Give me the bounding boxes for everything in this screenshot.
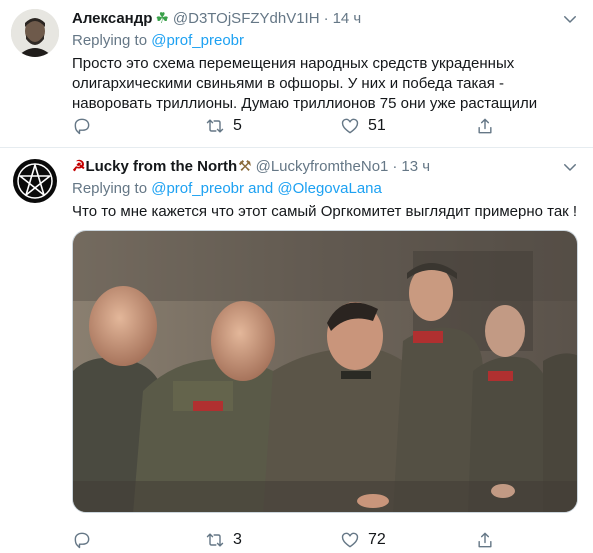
tweet-header: ☭ Lucky from the North ⚒ @LuckyfromtheNo… — [72, 156, 579, 176]
user-handle[interactable]: @D3TOjSFZYdhV1IH — [173, 10, 320, 27]
hammer-pick-icon: ⚒ — [238, 157, 252, 175]
tweet-text-line: наворовать триллионы. Думаю триллионов 7… — [72, 95, 538, 112]
like-count: 72 — [368, 531, 386, 548]
avatar[interactable] — [11, 9, 59, 57]
retweet-icon — [206, 533, 224, 547]
share-icon — [478, 118, 492, 134]
tweet-text-line: Просто это схема перемещения народных ср… — [72, 55, 515, 72]
separator: · — [392, 157, 398, 175]
retweet-count: 3 — [233, 531, 242, 548]
retweet-count: 5 — [233, 117, 242, 134]
heart-icon — [341, 118, 359, 134]
photo-image — [73, 231, 577, 512]
display-name[interactable]: Александр — [72, 10, 152, 27]
mention-link[interactable]: @prof_preobr — [151, 180, 244, 197]
reply-button[interactable] — [72, 116, 100, 136]
separator: · — [323, 9, 329, 27]
user-handle[interactable]: @LuckyfromtheNo1 — [256, 158, 389, 175]
share-button[interactable] — [475, 116, 495, 136]
timestamp[interactable]: 14 ч — [333, 10, 362, 27]
chevron-down-icon[interactable] — [561, 158, 579, 176]
retweet-button[interactable]: 3 — [205, 530, 242, 550]
replying-to: Replying to @prof_preobr and @OlegovaLan… — [72, 180, 579, 200]
tweet[interactable]: Александр ☘ @D3TOjSFZYdhV1IH · 14 ч Repl… — [0, 0, 593, 148]
avatar[interactable] — [11, 157, 59, 205]
tweet[interactable]: ☭ Lucky from the North ⚒ @LuckyfromtheNo… — [0, 148, 593, 553]
retweet-button[interactable]: 5 — [205, 116, 242, 136]
timestamp[interactable]: 13 ч — [401, 158, 430, 175]
replying-label: Replying to — [72, 180, 148, 197]
like-button[interactable]: 51 — [340, 116, 386, 136]
tweet-text: Просто это схема перемещения народных ср… — [72, 54, 579, 114]
mention-link[interactable]: @prof_preobr — [151, 32, 244, 49]
tweet-header: Александр ☘ @D3TOjSFZYdhV1IH · 14 ч — [72, 8, 579, 28]
retweet-icon — [206, 119, 224, 133]
hammer-sickle-icon: ☭ — [72, 158, 86, 175]
share-icon — [478, 532, 492, 548]
reply-button[interactable] — [72, 530, 100, 550]
mention-joiner: and — [248, 180, 274, 197]
heart-icon — [341, 532, 359, 548]
chevron-down-icon[interactable] — [561, 10, 579, 28]
tweet-text: Что то мне кажется что этот самый Оргком… — [72, 203, 578, 220]
like-button[interactable]: 72 — [340, 530, 386, 550]
shamrock-icon: ☘ — [155, 9, 169, 27]
replying-to: Replying to @prof_preobr — [72, 32, 579, 52]
mention-link[interactable]: @OlegovaLana — [277, 180, 381, 197]
replying-label: Replying to — [72, 32, 148, 49]
reply-icon — [74, 118, 90, 135]
share-button[interactable] — [475, 530, 495, 550]
display-name[interactable]: Lucky from the North — [85, 158, 237, 175]
tweet-photo[interactable] — [72, 230, 578, 513]
tweet-text-line: олигархическими свиньями в офшоры. У них… — [72, 75, 505, 92]
like-count: 51 — [368, 117, 386, 134]
reply-icon — [74, 532, 90, 549]
